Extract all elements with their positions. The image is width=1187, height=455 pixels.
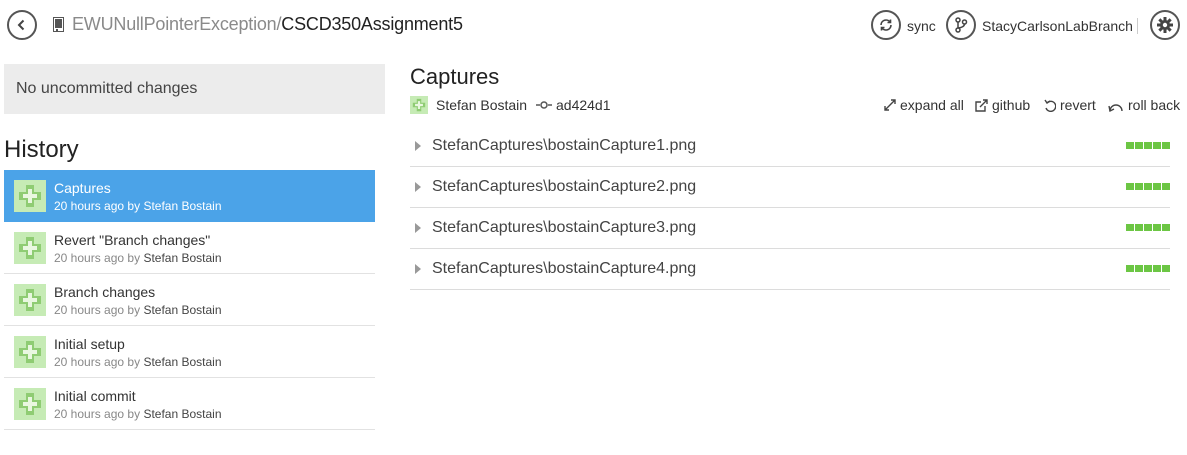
commit-meta: 20 hours ago by Stefan Bostain xyxy=(54,407,222,421)
commit-by: by xyxy=(127,303,141,317)
file-name: StefanCaptures\bostainCapture3.png xyxy=(432,219,697,236)
commit-time: 20 hours ago xyxy=(54,355,125,369)
file-name: StefanCaptures\bostainCapture4.png xyxy=(432,260,697,277)
external-link-icon xyxy=(975,98,988,112)
commit-title: Revert "Branch changes" xyxy=(54,232,211,248)
commit-by: by xyxy=(127,199,141,213)
expand-all-button[interactable]: expand all xyxy=(884,97,964,113)
history-item[interactable]: Revert "Branch changes" 20 hours ago by … xyxy=(4,222,375,274)
revert-button[interactable]: revert xyxy=(1044,97,1096,113)
commit-author: Stefan Bostain xyxy=(143,355,222,369)
commit-author: Stefan Bostain xyxy=(143,251,222,265)
commit-detail-title: Captures xyxy=(410,64,500,89)
file-row[interactable]: StefanCaptures\bostainCapture2.png xyxy=(410,167,1170,208)
file-row[interactable]: StefanCaptures\bostainCapture1.png xyxy=(410,126,1170,167)
back-button[interactable] xyxy=(7,10,37,40)
sync-icon xyxy=(880,19,892,31)
commit-author: Stefan Bostain xyxy=(143,407,222,421)
chevron-right-icon[interactable] xyxy=(415,264,421,274)
repo-name: CSCD350Assignment5 xyxy=(281,14,463,34)
branch-icon xyxy=(955,17,968,33)
commit-meta: 20 hours ago by Stefan Bostain xyxy=(54,199,222,213)
chevron-right-icon[interactable] xyxy=(415,141,421,151)
back-arrow-icon xyxy=(17,19,25,31)
commit-title: Captures xyxy=(54,180,111,196)
repo-owner-link[interactable]: EWUNullPointerException xyxy=(72,14,277,34)
commit-by: by xyxy=(127,251,141,265)
roll-back-label: roll back xyxy=(1128,97,1181,113)
commit-by: by xyxy=(127,355,141,369)
history-item[interactable]: Initial setup 20 hours ago by Stefan Bos… xyxy=(4,326,375,378)
history-list: Captures 20 hours ago by Stefan Bostain … xyxy=(4,170,375,430)
history-title: History xyxy=(4,136,79,163)
commit-icon xyxy=(536,101,552,109)
file-name: StefanCaptures\bostainCapture2.png xyxy=(432,178,697,195)
history-item[interactable]: Branch changes 20 hours ago by Stefan Bo… xyxy=(4,274,375,326)
view-on-github-button[interactable]: github xyxy=(975,97,1030,113)
expand-all-label: expand all xyxy=(900,97,964,113)
commit-time: 20 hours ago xyxy=(54,303,125,317)
avatar xyxy=(14,232,46,264)
rollback-icon xyxy=(1108,103,1123,112)
repo-path: EWUNullPointerException/CSCD350Assignmen… xyxy=(72,14,463,35)
settings-button[interactable] xyxy=(1150,10,1180,40)
branch-selector[interactable]: StacyCarlsonLabBranch xyxy=(982,18,1133,34)
commit-actions: expand all github revert roll back xyxy=(880,97,1182,115)
diff-stat-bar xyxy=(1126,265,1170,272)
avatar xyxy=(14,336,46,368)
diff-stat-bar xyxy=(1126,224,1170,231)
revert-label: revert xyxy=(1060,97,1096,113)
commit-by: by xyxy=(127,407,141,421)
diff-stat-bar xyxy=(1126,183,1170,190)
avatar xyxy=(14,284,46,316)
diff-stat-bar xyxy=(1126,142,1170,149)
commit-time: 20 hours ago xyxy=(54,251,125,265)
history-item[interactable]: Captures 20 hours ago by Stefan Bostain xyxy=(4,170,375,222)
app-header: EWUNullPointerException/CSCD350Assignmen… xyxy=(0,0,1187,52)
commit-author: Stefan Bostain xyxy=(143,303,222,317)
commit-meta: 20 hours ago by Stefan Bostain xyxy=(54,251,222,265)
history-item[interactable]: Initial commit 20 hours ago by Stefan Bo… xyxy=(4,378,375,430)
commit-title: Initial setup xyxy=(54,336,125,352)
file-row[interactable]: StefanCaptures\bostainCapture3.png xyxy=(410,208,1170,249)
commit-meta: 20 hours ago by Stefan Bostain xyxy=(54,355,222,369)
expand-icon xyxy=(884,99,896,111)
commit-time: 20 hours ago xyxy=(54,407,125,421)
chevron-right-icon[interactable] xyxy=(415,182,421,192)
changed-files-list: StefanCaptures\bostainCapture1.png Stefa… xyxy=(410,126,1170,290)
commit-detail-author: Stefan Bostain xyxy=(436,97,528,113)
header-divider xyxy=(1137,18,1138,34)
github-label: github xyxy=(992,97,1031,113)
commit-time: 20 hours ago xyxy=(54,199,125,213)
sync-label[interactable]: sync xyxy=(907,18,936,34)
commit-sha[interactable]: ad424d1 xyxy=(556,97,611,113)
commit-title: Branch changes xyxy=(54,284,156,300)
revert-icon xyxy=(1044,99,1056,112)
gear-icon xyxy=(1157,17,1173,33)
repo-book-icon xyxy=(53,17,64,32)
commit-meta: 20 hours ago by Stefan Bostain xyxy=(54,303,222,317)
roll-back-button[interactable]: roll back xyxy=(1108,97,1180,113)
commit-title: Initial commit xyxy=(54,388,136,404)
file-name: StefanCaptures\bostainCapture1.png xyxy=(432,137,697,154)
sync-button[interactable] xyxy=(871,10,901,40)
commit-author: Stefan Bostain xyxy=(143,199,222,213)
uncommitted-changes-panel[interactable]: No uncommitted changes xyxy=(4,64,385,114)
chevron-right-icon[interactable] xyxy=(415,223,421,233)
avatar xyxy=(410,96,428,114)
avatar xyxy=(14,388,46,420)
branch-button[interactable] xyxy=(946,10,976,40)
file-row[interactable]: StefanCaptures\bostainCapture4.png xyxy=(410,249,1170,290)
avatar xyxy=(14,180,46,212)
